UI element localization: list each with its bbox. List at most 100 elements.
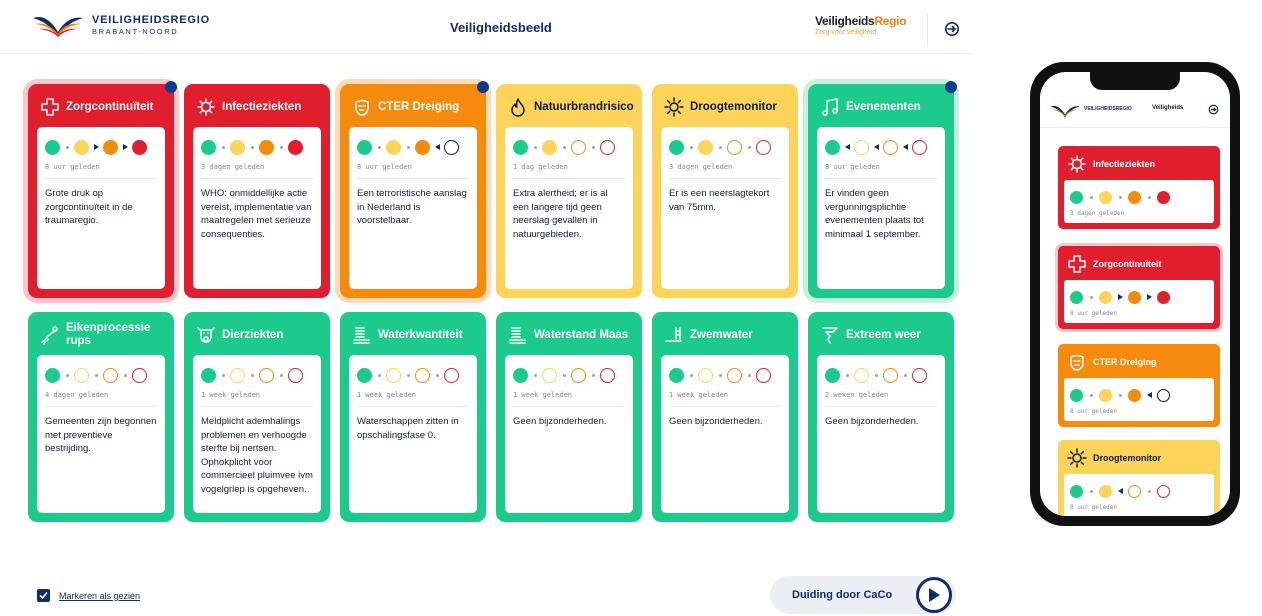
- checkbox-checked-icon[interactable]: [37, 589, 50, 602]
- level-light-1: [669, 367, 684, 383]
- level-light-4: [444, 139, 459, 155]
- level-light-1: [201, 367, 216, 383]
- phone-risk-card-2[interactable]: CTER Dreiging 8 uur geleden: [1058, 344, 1220, 427]
- card-title: Droogtemonitor: [690, 100, 777, 113]
- traffic-light-indicator: [1070, 385, 1208, 405]
- arrow-right-separator: [118, 144, 132, 150]
- logout-icon[interactable]: [944, 21, 960, 37]
- risk-card-7[interactable]: Dierziekten 1 week geleden Meldplicht adem…: [184, 312, 330, 522]
- unread-badge: [477, 81, 489, 93]
- traffic-light-indicator: [513, 137, 625, 157]
- dot-separator: [401, 145, 415, 149]
- card-timestamp: 4 dagen geleden: [45, 391, 157, 407]
- medical-cross-icon: [41, 98, 59, 116]
- dot-separator: [372, 373, 386, 377]
- level-light-2: [542, 139, 557, 155]
- risk-card-11[interactable]: Extreem weer 2 weken geleden Geen bijzonde…: [808, 312, 954, 522]
- card-description: Geen bijzonderheden.: [825, 416, 919, 427]
- caco-button[interactable]: Duiding door CaCo: [770, 576, 956, 614]
- risk-card-2[interactable]: CTER Dreiging 8 uur geleden Een terroristi…: [340, 81, 489, 298]
- level-light-3: [259, 367, 274, 383]
- dot-separator: [274, 145, 288, 149]
- card-title: CTER Dreiging: [1093, 356, 1157, 367]
- card-description: Een terroristische aanslag in Nederland …: [357, 188, 467, 226]
- mark-seen-link[interactable]: Markeren als gezien: [59, 591, 140, 601]
- card-timestamp: 1 week geleden: [513, 391, 625, 407]
- card-header: Waterstand Maas: [505, 315, 633, 355]
- card-body: 8 uur geleden Grote druk op zorgcontinuït…: [37, 127, 165, 289]
- card-body: 1 week geleden Meldplicht ademhalings pro…: [193, 355, 321, 513]
- risk-card-4[interactable]: Droogtemonitor 3 dagen geleden Er is een n…: [652, 84, 798, 298]
- level-light-2: [1099, 484, 1112, 498]
- traffic-light-indicator: [513, 365, 625, 385]
- level-light-1: [825, 367, 840, 383]
- level-light-3: [1128, 484, 1141, 498]
- dot-separator: [60, 373, 74, 377]
- swimming-icon: [665, 327, 682, 343]
- risk-card-5[interactable]: Evenementen 8 uur geleden Er vinden geen v…: [808, 81, 957, 298]
- card-body: 3 dagen geleden Er is een neerslagtekort …: [661, 127, 789, 289]
- play-icon[interactable]: [916, 577, 952, 613]
- card-header: Extreem weer: [817, 315, 945, 355]
- level-light-2: [230, 367, 245, 383]
- risk-card-1[interactable]: Infectieziekten 3 dagen geleden WHO: onmid…: [184, 84, 330, 298]
- logout-icon[interactable]: [1208, 104, 1219, 115]
- dot-separator: [840, 373, 854, 377]
- phone-brand-text: Veiligheids: [1152, 105, 1184, 111]
- water-level-icon: [353, 327, 370, 345]
- card-timestamp: 8 uur geleden: [1070, 504, 1117, 511]
- card-body: 8 uur geleden: [1064, 378, 1214, 421]
- phone-risk-card-0[interactable]: Infectieziekten 3 dagen geleden: [1058, 146, 1220, 229]
- dot-separator: [430, 373, 444, 377]
- card-body: 1 dag geleden Extra alertheid; er is al e…: [505, 127, 633, 289]
- mark-seen-control[interactable]: Markeren als gezien: [37, 589, 140, 602]
- card-header: Dierziekten: [193, 315, 321, 355]
- dot-separator: [1083, 489, 1099, 493]
- card-body: 1 week geleden Waterschappen zitten in op…: [349, 355, 477, 513]
- level-light-1: [1070, 290, 1083, 304]
- traffic-light-indicator: [357, 137, 469, 157]
- music-icon: [822, 98, 838, 116]
- risk-card-3[interactable]: Natuurbrandrisico 1 dag geleden Extra aler…: [496, 84, 642, 298]
- dot-separator: [216, 373, 230, 377]
- risk-card-0[interactable]: Zorgcontinuïteit 8 uur geleden Grote druk …: [28, 81, 177, 298]
- dot-separator: [586, 145, 600, 149]
- risk-card-9[interactable]: Waterstand Maas 1 week geleden Geen bijzon…: [496, 312, 642, 522]
- dot-separator: [1141, 195, 1157, 199]
- phone-risk-card-1[interactable]: Zorgcontinuïteit 8 uur geleden: [1058, 246, 1220, 329]
- dot-separator: [1083, 195, 1099, 199]
- phone-risk-card-3[interactable]: Droogtemonitor 8 uur geleden: [1058, 440, 1220, 516]
- risk-card-10[interactable]: Zwemwater 1 week geleden Geen bijzonderhed…: [652, 312, 798, 522]
- traffic-light-indicator: [201, 365, 313, 385]
- dot-separator: [1083, 393, 1099, 397]
- level-light-2: [74, 139, 89, 155]
- card-description: Gemeenten zijn begonnen met preventieve …: [45, 416, 157, 454]
- card-description: Grote druk op zorgcontinuïteit in de tra…: [45, 188, 133, 226]
- dot-separator: [742, 145, 756, 149]
- card-title: Infectieziekten: [222, 100, 302, 113]
- arrow-left-separator: [1141, 392, 1157, 398]
- dot-separator: [372, 145, 386, 149]
- card-timestamp: 8 uur geleden: [357, 163, 469, 179]
- card-description: Geen bijzonderheden.: [669, 416, 763, 427]
- card-timestamp: 8 uur geleden: [825, 163, 937, 179]
- dot-separator: [557, 373, 571, 377]
- level-light-2: [74, 367, 89, 383]
- header-divider: [927, 14, 928, 44]
- traffic-light-indicator: [357, 365, 469, 385]
- mask-icon: [1070, 354, 1084, 371]
- level-light-4: [132, 367, 147, 383]
- card-body: 8 uur geleden: [1064, 280, 1214, 323]
- caterpillar-icon: [41, 326, 58, 345]
- card-timestamp: 3 dagen geleden: [201, 163, 313, 179]
- top-header: VEILIGHEIDSREGIO BRABANT-NOORD Veilighei…: [0, 0, 972, 54]
- medical-cross-icon: [1068, 255, 1086, 273]
- card-header: Infectieziekten: [1064, 148, 1214, 180]
- risk-card-8[interactable]: Waterkwantiteit 1 week geleden Waterschapp…: [340, 312, 486, 522]
- traffic-light-indicator: [45, 137, 157, 157]
- level-light-3: [415, 139, 430, 155]
- dot-separator: [742, 373, 756, 377]
- dot-separator: [586, 373, 600, 377]
- card-header: Droogtemonitor: [661, 87, 789, 127]
- risk-card-6[interactable]: Eikenprocessie rups 4 dagen geleden Gemeen…: [28, 312, 174, 522]
